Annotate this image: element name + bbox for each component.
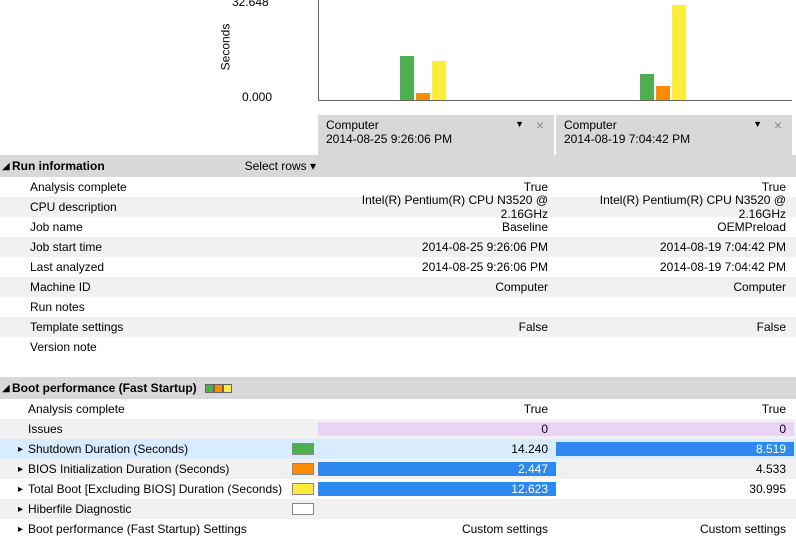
table-row[interactable]: Analysis completeTrueTrue	[0, 399, 796, 419]
collapse-icon[interactable]: ◢	[2, 383, 12, 394]
expand-icon[interactable]: ▸	[18, 484, 28, 495]
row-label: Job name	[0, 220, 318, 234]
chevron-down-icon[interactable]: ▼	[515, 119, 524, 129]
row-value: 30.995	[556, 482, 794, 496]
row-value: 2.447	[318, 462, 556, 476]
y-axis-line	[318, 0, 319, 100]
color-swatch	[292, 483, 314, 495]
row-label: ▸Shutdown Duration (Seconds)	[0, 442, 318, 456]
bar-group-2	[640, 0, 700, 100]
collapse-icon[interactable]: ◢	[2, 161, 12, 172]
column-title: Computer	[564, 118, 784, 132]
row-value: Computer	[556, 280, 794, 294]
section-title: Run information	[12, 159, 105, 173]
row-label: ▸BIOS Initialization Duration (Seconds)	[0, 462, 318, 476]
row-label: Template settings	[0, 320, 318, 334]
row-value: True	[556, 402, 794, 416]
row-value: 4.533	[556, 462, 794, 476]
close-icon[interactable]: ×	[536, 117, 544, 133]
column-header-2[interactable]: Computer 2014-08-19 7:04:42 PM ▼ ×	[556, 115, 794, 155]
table-row[interactable]: ▸Total Boot [Excluding BIOS] Duration (S…	[0, 479, 796, 499]
row-value: Intel(R) Pentium(R) CPU N3520 @ 2.16GHz	[556, 193, 794, 221]
row-value: 0	[556, 422, 794, 436]
column-header-1[interactable]: Computer 2014-08-25 9:26:06 PM ▼ ×	[318, 115, 556, 155]
close-icon[interactable]: ×	[774, 117, 782, 133]
row-value: 8.519	[556, 442, 794, 456]
row-label: Machine ID	[0, 280, 318, 294]
table-row[interactable]: Job nameBaselineOEMPreload	[0, 217, 796, 237]
row-value: 14.240	[318, 442, 556, 456]
table-row[interactable]: Run notes	[0, 297, 796, 317]
table-row[interactable]: Issues00	[0, 419, 796, 439]
chart-bar	[656, 86, 670, 100]
row-value: 2014-08-25 9:26:06 PM	[318, 260, 556, 274]
row-label: Analysis complete	[0, 402, 318, 416]
color-swatch	[292, 463, 314, 475]
table-row[interactable]: Job start time2014-08-25 9:26:06 PM2014-…	[0, 237, 796, 257]
row-value: 2014-08-25 9:26:06 PM	[318, 240, 556, 254]
row-value: Custom settings	[318, 522, 556, 536]
section-title: Boot performance (Fast Startup)	[12, 381, 197, 395]
chart-bar	[400, 56, 414, 100]
row-value: True	[318, 180, 556, 194]
row-value: Custom settings	[556, 522, 794, 536]
row-label: Version note	[0, 340, 318, 354]
chart-bar	[432, 61, 446, 100]
row-label: Issues	[0, 422, 318, 436]
row-value: Computer	[318, 280, 556, 294]
bar-group-1	[400, 0, 460, 100]
row-value: False	[556, 320, 794, 334]
row-label: Run notes	[0, 300, 318, 314]
table-row[interactable]: ▸BIOS Initialization Duration (Seconds)2…	[0, 459, 796, 479]
x-axis-line	[318, 100, 792, 101]
chart-area: 32.648 0.000 Seconds	[0, 0, 796, 115]
y-axis-label: Seconds	[218, 24, 232, 71]
table-row[interactable]: ▸Boot performance (Fast Startup) Setting…	[0, 519, 796, 539]
table-row[interactable]: Last analyzed2014-08-25 9:26:06 PM2014-0…	[0, 257, 796, 277]
row-value: True	[556, 180, 794, 194]
expand-icon[interactable]: ▸	[18, 524, 28, 535]
row-value: 2014-08-19 7:04:42 PM	[556, 260, 794, 274]
row-value: Baseline	[318, 220, 556, 234]
table-row[interactable]: Template settingsFalseFalse	[0, 317, 796, 337]
row-value: 0	[318, 422, 556, 436]
column-subtitle: 2014-08-19 7:04:42 PM	[564, 132, 784, 146]
color-swatch	[292, 503, 314, 515]
table-row[interactable]: Machine IDComputerComputer	[0, 277, 796, 297]
table-row[interactable]: CPU descriptionIntel(R) Pentium(R) CPU N…	[0, 197, 796, 217]
chart-bar	[672, 5, 686, 100]
expand-icon[interactable]: ▸	[18, 504, 28, 515]
row-value: False	[318, 320, 556, 334]
row-label: Last analyzed	[0, 260, 318, 274]
row-label: ▸Boot performance (Fast Startup) Setting…	[0, 522, 318, 536]
color-swatch	[292, 443, 314, 455]
row-label: ▸Total Boot [Excluding BIOS] Duration (S…	[0, 482, 318, 496]
expand-icon[interactable]: ▸	[18, 444, 28, 455]
table-row[interactable]: ▸Hiberfile Diagnostic	[0, 499, 796, 519]
column-title: Computer	[326, 118, 546, 132]
chart-bar	[416, 93, 430, 100]
section-header-boot-perf[interactable]: ◢ Boot performance (Fast Startup)	[0, 377, 796, 399]
column-headers: Computer 2014-08-25 9:26:06 PM ▼ × Compu…	[0, 115, 796, 155]
row-label: CPU description	[0, 200, 318, 214]
chart-bar	[640, 74, 654, 100]
row-value: Intel(R) Pentium(R) CPU N3520 @ 2.16GHz	[318, 193, 556, 221]
row-value: 12.623	[318, 482, 556, 496]
select-rows-button[interactable]: Select rows ▾	[245, 159, 316, 173]
chevron-down-icon[interactable]: ▼	[753, 119, 762, 129]
legend-icon	[205, 384, 232, 393]
row-label: ▸Hiberfile Diagnostic	[0, 502, 318, 516]
y-tick-max: 32.648	[232, 0, 269, 9]
row-value: True	[318, 402, 556, 416]
row-value: OEMPreload	[556, 220, 794, 234]
row-label: Analysis complete	[0, 180, 318, 194]
y-tick-min: 0.000	[242, 90, 272, 104]
table-row[interactable]: Version note	[0, 337, 796, 357]
section-header-run-info[interactable]: ◢ Run information Select rows ▾	[0, 155, 796, 177]
table-row[interactable]: ▸Shutdown Duration (Seconds)14.2408.519	[0, 439, 796, 459]
row-label: Job start time	[0, 240, 318, 254]
column-subtitle: 2014-08-25 9:26:06 PM	[326, 132, 546, 146]
row-value: 2014-08-19 7:04:42 PM	[556, 240, 794, 254]
expand-icon[interactable]: ▸	[18, 464, 28, 475]
